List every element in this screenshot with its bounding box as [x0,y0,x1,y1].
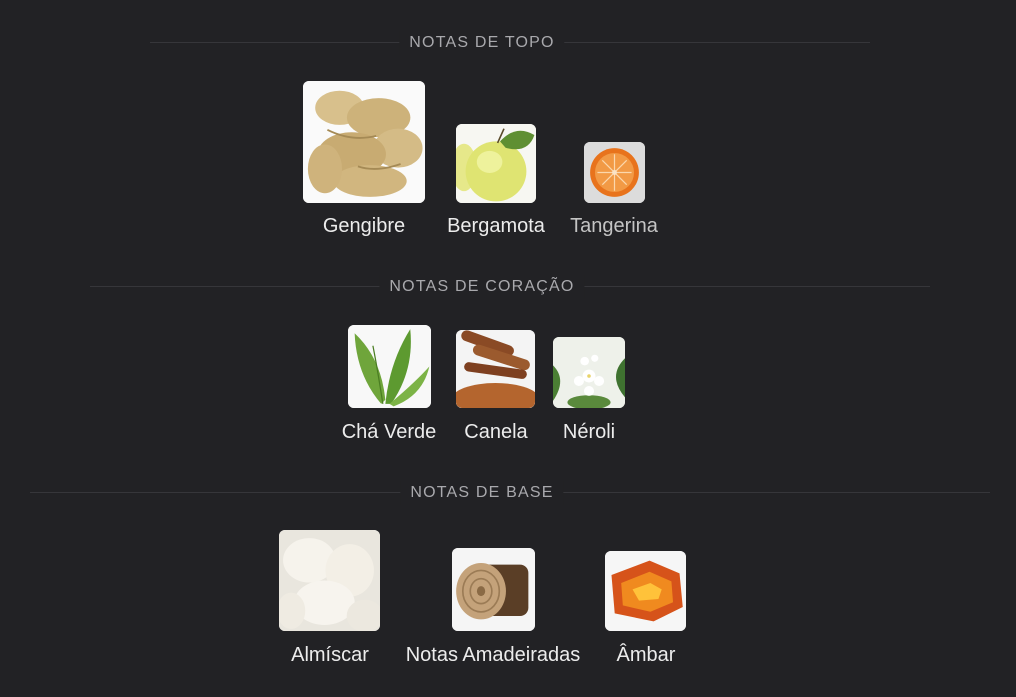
section-header-base-notes: NOTAS DE BASE [0,481,1016,505]
neroli-flower-icon[interactable] [553,337,625,408]
green-tea-leaves-icon[interactable] [348,325,431,408]
wood-log-icon[interactable] [452,548,535,631]
note-label-woody: Notas Amadeiradas [405,644,581,666]
note-label-cinnamon: Canela [464,421,528,443]
note-label-ginger: Gengibre [322,215,406,237]
note-label-amber: Âmbar [616,644,676,666]
note-label-bergamot: Bergamota [447,215,545,237]
section-header-heart-notes: NOTAS DE CORAÇÃO [0,275,1016,299]
note-label-neroli: Néroli [562,421,616,443]
section-title-base-notes: NOTAS DE BASE [400,481,564,505]
section-title-top-notes: NOTAS DE TOPO [399,31,565,55]
bergamot-fruit-icon[interactable] [456,124,536,203]
section-header-top-notes: NOTAS DE TOPO [0,31,1016,55]
musk-icon[interactable] [279,530,380,631]
amber-icon[interactable] [605,551,686,631]
section-title-heart-notes: NOTAS DE CORAÇÃO [379,275,585,299]
tangerine-icon[interactable] [584,142,645,203]
note-label-green-tea: Chá Verde [341,421,437,443]
ginger-root-icon[interactable] [303,81,425,203]
note-label-tangerine: Tangerina [570,215,658,237]
note-label-musk: Almíscar [291,644,369,666]
cinnamon-icon[interactable] [456,330,535,408]
